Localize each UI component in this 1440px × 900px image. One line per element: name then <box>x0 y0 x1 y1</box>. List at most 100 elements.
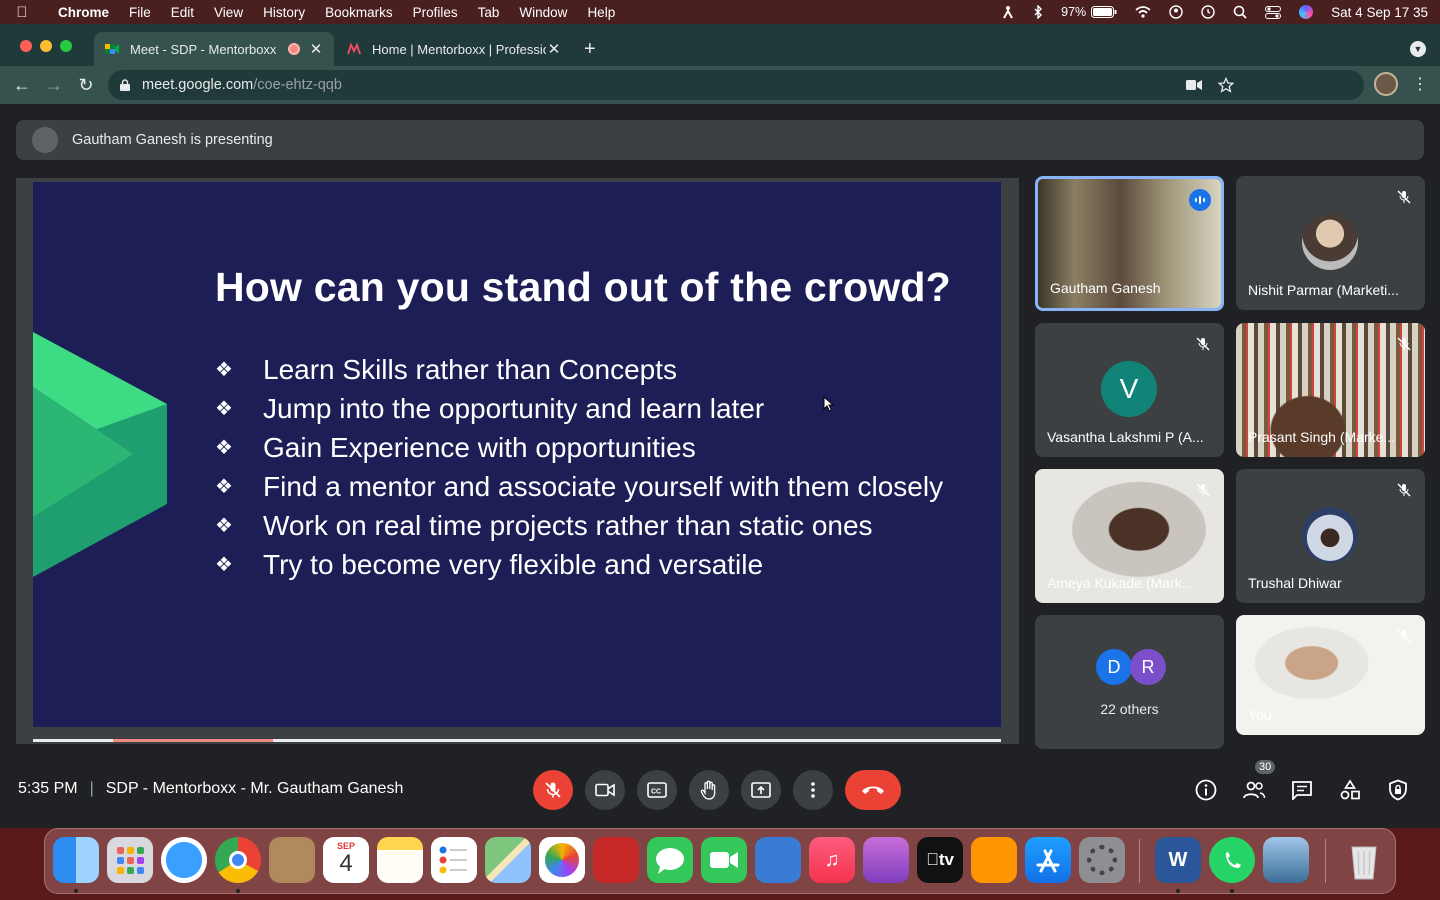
calendar-icon[interactable]: SEP 4 <box>323 837 369 883</box>
participant-name: Gautham Ganesh <box>1050 280 1161 296</box>
camera-toggle-button[interactable] <box>585 770 625 810</box>
muted-mic-icon <box>1393 625 1415 647</box>
safari-icon[interactable] <box>161 837 207 883</box>
address-bar[interactable]: meet.google.com/coe-ehtz-qqb <box>108 70 1364 100</box>
tab-title: Home | Mentorboxx | Professio <box>372 41 546 57</box>
close-window-button[interactable] <box>20 40 32 52</box>
menu-tab[interactable]: Tab <box>468 5 510 20</box>
participant-tile[interactable]: Gautham Ganesh <box>1035 176 1224 311</box>
spotlight-search-icon[interactable] <box>1224 5 1256 19</box>
meet-window: Gautham Ganesh is presenting How can you… <box>0 104 1440 828</box>
battery-status[interactable]: 97% <box>1052 5 1126 19</box>
participant-name: Nishit Parmar (Marketi... <box>1248 282 1399 298</box>
maps-icon[interactable] <box>485 837 531 883</box>
presentation-stage[interactable]: How can you stand out of the crowd? ❖ Lea… <box>16 178 1019 744</box>
bookmark-star-icon[interactable] <box>1218 77 1234 93</box>
back-button[interactable]: ← <box>6 75 38 96</box>
participant-tile[interactable]: Nishit Parmar (Marketi... <box>1236 176 1425 310</box>
keynote-icon[interactable] <box>755 837 801 883</box>
info-icon <box>1195 779 1217 801</box>
chat-button[interactable] <box>1288 776 1316 804</box>
slide-bullet: ❖ Try to become very flexible and versati… <box>215 548 764 580</box>
participant-tile[interactable]: Ameya Kukade (Mark... <box>1035 469 1224 603</box>
participant-tile[interactable]: Prasant Singh (Marke... <box>1236 323 1425 457</box>
menubar-clock[interactable]: Sat 4 Sep 17 35 <box>1322 5 1440 20</box>
trash-icon[interactable] <box>1341 837 1387 883</box>
wifi-icon[interactable] <box>1126 6 1160 18</box>
host-controls-button[interactable] <box>1384 776 1412 804</box>
time-machine-icon[interactable] <box>1192 5 1224 19</box>
participant-name: Vasantha Lakshmi P (A... <box>1047 429 1204 445</box>
apple-tv-icon[interactable]: tv <box>917 837 963 883</box>
menu-profiles[interactable]: Profiles <box>403 5 468 20</box>
launchpad-icon[interactable] <box>107 837 153 883</box>
raise-hand-button[interactable] <box>689 770 729 810</box>
app-store-icon[interactable] <box>1025 837 1071 883</box>
photo-booth-icon[interactable] <box>593 837 639 883</box>
facetime-icon[interactable] <box>701 837 747 883</box>
new-tab-button[interactable]: + <box>584 38 596 61</box>
close-tab-icon[interactable]: ✕ <box>308 40 324 58</box>
menu-file[interactable]: File <box>119 5 161 20</box>
chrome-icon[interactable] <box>215 837 261 883</box>
notes-icon[interactable] <box>377 837 423 883</box>
whatsapp-icon[interactable] <box>1209 837 1255 883</box>
books-icon[interactable] <box>971 837 1017 883</box>
accessibility-icon[interactable] <box>992 5 1024 19</box>
microphone-toggle-button[interactable] <box>533 770 573 810</box>
microsoft-word-icon[interactable]: W <box>1155 837 1201 883</box>
participant-tile[interactable]: Trushal Dhiwar <box>1236 469 1425 603</box>
more-options-button[interactable] <box>793 770 833 810</box>
finder-icon[interactable] <box>53 837 99 883</box>
reminders-icon[interactable] <box>431 837 477 883</box>
user-account-icon[interactable] <box>1160 5 1192 19</box>
contacts-icon[interactable] <box>269 837 315 883</box>
leave-call-button[interactable] <box>845 770 901 810</box>
show-everyone-button[interactable] <box>1240 776 1268 804</box>
close-tab-icon[interactable]: ✕ <box>546 40 562 58</box>
slide-bullet: ❖ Work on real time projects rather than … <box>215 509 873 541</box>
mentorboxx-favicon-icon <box>347 42 361 55</box>
mic-off-icon <box>545 782 561 798</box>
reload-button[interactable]: ↻ <box>70 75 102 96</box>
google-meet-favicon-icon <box>105 44 119 54</box>
minimize-window-button[interactable] <box>40 40 52 52</box>
messages-icon[interactable] <box>647 837 693 883</box>
activities-shapes-icon <box>1340 779 1360 800</box>
participant-name: Prasant Singh (Marke... <box>1248 429 1396 445</box>
music-icon[interactable]: ♫ <box>809 837 855 883</box>
siri-icon[interactable] <box>1290 5 1322 19</box>
others-tile[interactable]: D R 22 others <box>1035 615 1224 749</box>
control-center-icon[interactable] <box>1256 5 1290 19</box>
camera-in-use-icon[interactable] <box>1186 79 1202 91</box>
bluetooth-icon[interactable] <box>1024 5 1052 19</box>
photos-icon[interactable] <box>539 837 585 883</box>
present-now-button[interactable] <box>741 770 781 810</box>
activities-button[interactable] <box>1336 776 1364 804</box>
chrome-menu-icon[interactable]: ⋮ <box>1412 74 1428 94</box>
lock-icon[interactable] <box>120 79 130 91</box>
calendar-day: 4 <box>339 850 353 877</box>
profile-avatar[interactable] <box>1374 72 1398 96</box>
captions-button[interactable]: CC <box>637 770 677 810</box>
menu-edit[interactable]: Edit <box>161 5 204 20</box>
tab-search-icon[interactable]: ▼ <box>1410 41 1426 57</box>
tab-mentorboxx[interactable]: Home | Mentorboxx | Professio ✕ <box>336 32 572 66</box>
muted-mic-icon <box>1393 333 1415 355</box>
apple-menu-icon[interactable]:  <box>0 4 44 21</box>
participant-tile[interactable]: V Vasantha Lakshmi P (A... <box>1035 323 1224 457</box>
self-tile[interactable]: You <box>1236 615 1425 735</box>
system-preferences-icon[interactable] <box>1079 837 1125 883</box>
menu-view[interactable]: View <box>204 5 253 20</box>
menu-app-name[interactable]: Chrome <box>44 5 119 20</box>
preview-icon[interactable] <box>1263 837 1309 883</box>
menu-bookmarks[interactable]: Bookmarks <box>315 5 403 20</box>
forward-button[interactable]: → <box>38 75 70 96</box>
menu-history[interactable]: History <box>253 5 315 20</box>
podcasts-icon[interactable] <box>863 837 909 883</box>
tab-meet[interactable]: Meet - SDP - Mentorboxx ✕ <box>94 32 334 66</box>
menu-help[interactable]: Help <box>577 5 625 20</box>
zoom-window-button[interactable] <box>60 40 72 52</box>
meeting-details-button[interactable] <box>1192 776 1220 804</box>
menu-window[interactable]: Window <box>509 5 577 20</box>
